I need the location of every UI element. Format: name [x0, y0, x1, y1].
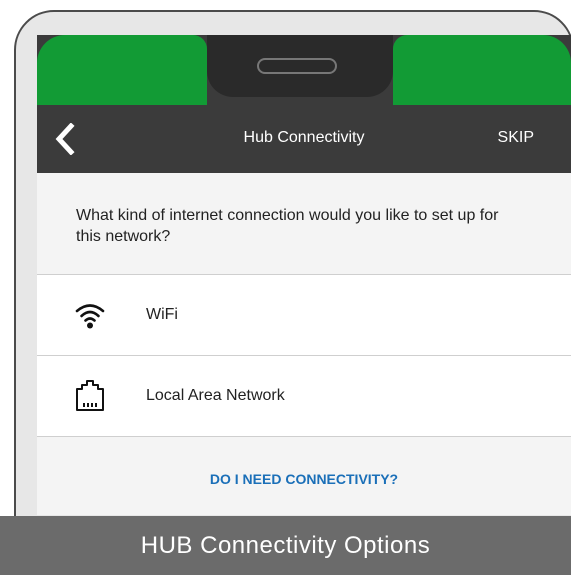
status-bar-left [37, 35, 207, 105]
connectivity-help-link[interactable]: DO I NEED CONNECTIVITY? [37, 471, 571, 487]
page-title: Hub Connectivity [243, 129, 365, 146]
option-label-lan: Local Area Network [146, 387, 285, 404]
ethernet-port-icon [76, 380, 104, 411]
status-bar-right [393, 35, 571, 105]
app-screen: Hub Connectivity SKIP What kind of inter… [37, 35, 571, 515]
option-lan[interactable]: Local Area Network [37, 356, 571, 437]
speaker-grille [257, 58, 337, 74]
phone-notch [207, 35, 393, 97]
caption-banner: HUB Connectivity Options [0, 516, 571, 575]
question-panel: What kind of internet connection would y… [37, 173, 571, 275]
option-wifi[interactable]: WiFi [37, 275, 571, 356]
wifi-icon [75, 304, 105, 329]
app-bar: Hub Connectivity SKIP [37, 105, 571, 173]
footer-panel: DO I NEED CONNECTIVITY? [37, 437, 571, 515]
question-text: What kind of internet connection would y… [76, 207, 499, 245]
skip-button[interactable]: SKIP [498, 129, 534, 147]
option-label-wifi: WiFi [146, 306, 178, 323]
